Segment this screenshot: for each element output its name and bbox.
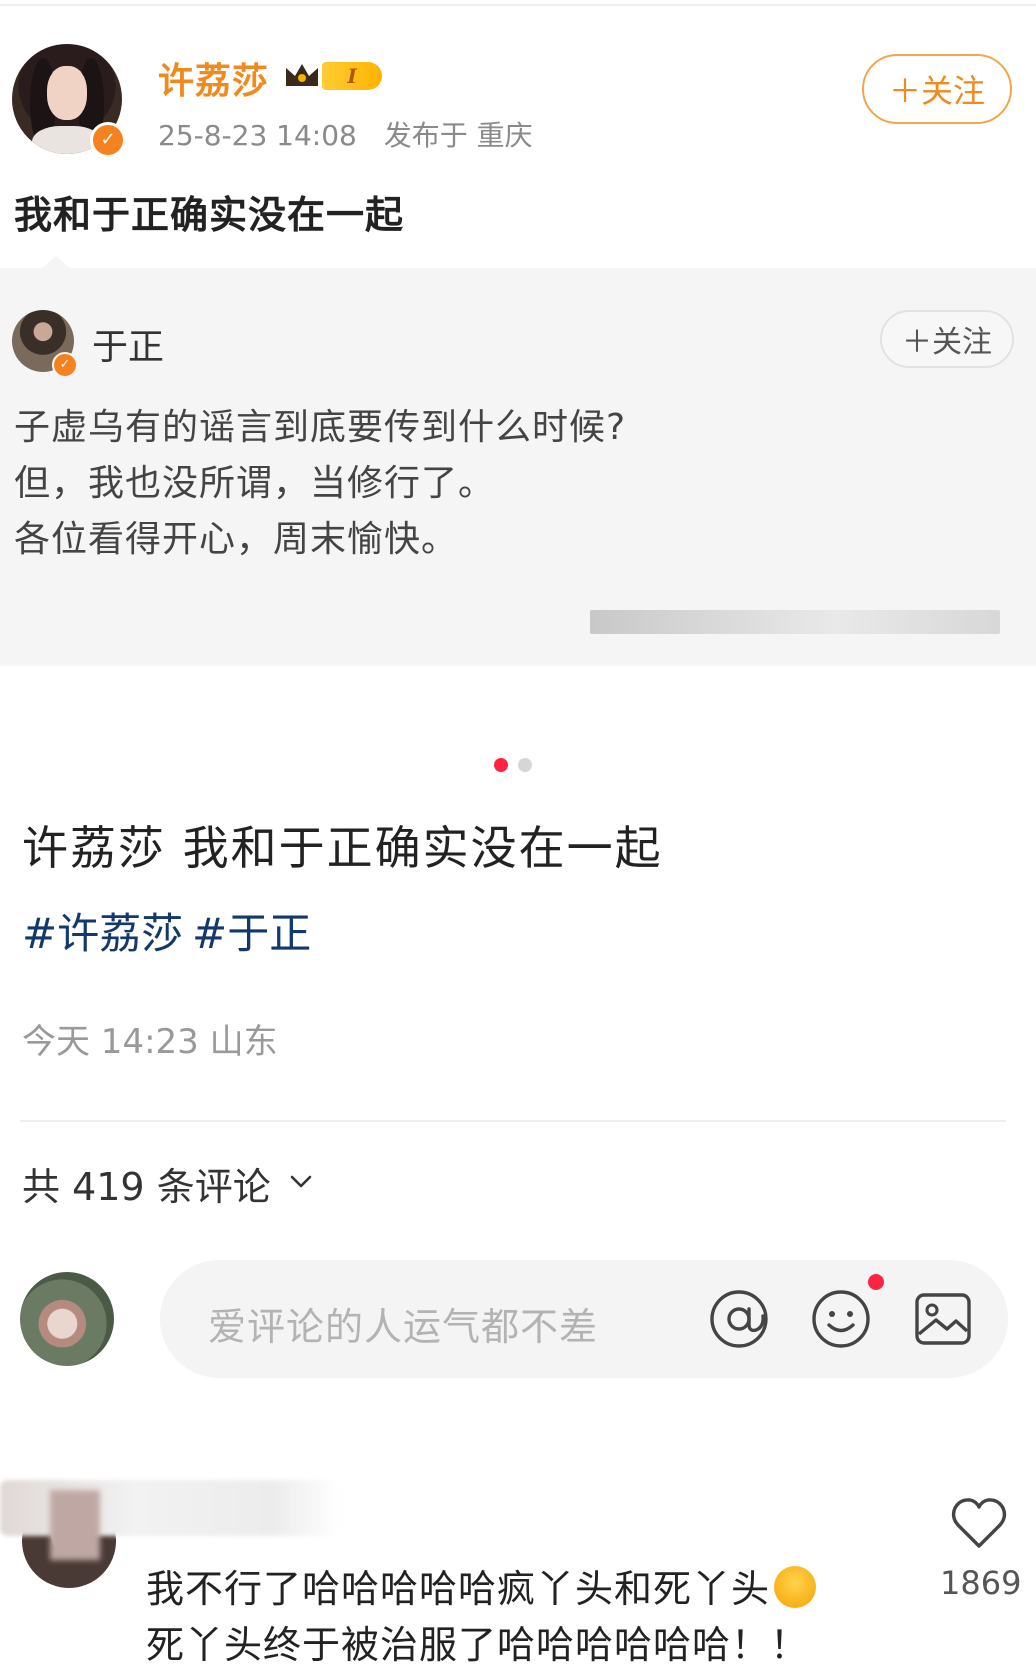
heart-icon[interactable] [950, 1496, 1008, 1550]
carousel-dot[interactable] [518, 758, 532, 772]
image-icon[interactable] [910, 1286, 976, 1352]
my-avatar[interactable] [20, 1272, 114, 1366]
post-text: 我和于正确实没在一起 [14, 193, 405, 237]
repost-notch [40, 256, 72, 270]
comment-line: 死丫头终于被治服了哈哈哈哈哈哈！！ [146, 1623, 810, 1667]
repost-line: 各位看得开心，周末愉快。 [14, 519, 459, 560]
repost-line: 但，我也没所谓，当修行了。 [14, 463, 496, 504]
follow-button: ＋关注 [862, 54, 1012, 124]
post-meta: 25-8-23 14:08 发布于 重庆 [158, 114, 533, 154]
note-title: 许荔莎 我和于正确实没在一起 [22, 821, 663, 875]
crown-icon [286, 64, 318, 86]
repost-line: 子虚乌有的谣言到底要传到什么时候? [14, 407, 627, 448]
hashtag-link[interactable]: #于正 [192, 900, 311, 961]
verified-icon: ✓ [52, 352, 78, 378]
post-location: 发布于 重庆 [383, 119, 533, 152]
author-name: 许荔莎 [158, 61, 270, 102]
verified-icon: ✓ [90, 122, 126, 158]
comment-input-placeholder[interactable]: 爱评论的人运气都不差 [208, 1296, 598, 1351]
laughing-emoji-icon [774, 1566, 817, 1608]
carousel-dot-active[interactable] [494, 758, 508, 772]
comment-text: 我不行了哈哈哈哈哈疯丫头和死丫头 [146, 1558, 817, 1613]
comment-line: 我不行了哈哈哈哈哈疯丫头和死丫头 [146, 1567, 771, 1611]
notification-dot [868, 1274, 884, 1290]
like-count: 1869 [940, 1564, 1022, 1602]
level-badge: I [322, 62, 382, 90]
repost-author-name: 于正 [92, 327, 165, 368]
repost-follow-button: ＋关注 [880, 310, 1014, 368]
blurred-area [50, 1490, 100, 1560]
emoji-icon[interactable] [808, 1286, 874, 1352]
hashtag-link[interactable]: #许荔莎 [22, 900, 183, 961]
comment-count[interactable]: 共 419 条评论 [22, 1156, 271, 1211]
chevron-down-icon[interactable] [286, 1166, 316, 1196]
note-date-location: 今天 14:23 山东 [22, 1022, 278, 1062]
image-top-line [0, 4, 1036, 6]
post-timestamp: 25-8-23 14:08 [158, 119, 357, 152]
at-icon[interactable] [706, 1286, 772, 1352]
blurred-area [590, 610, 1000, 634]
divider [20, 1120, 1006, 1122]
